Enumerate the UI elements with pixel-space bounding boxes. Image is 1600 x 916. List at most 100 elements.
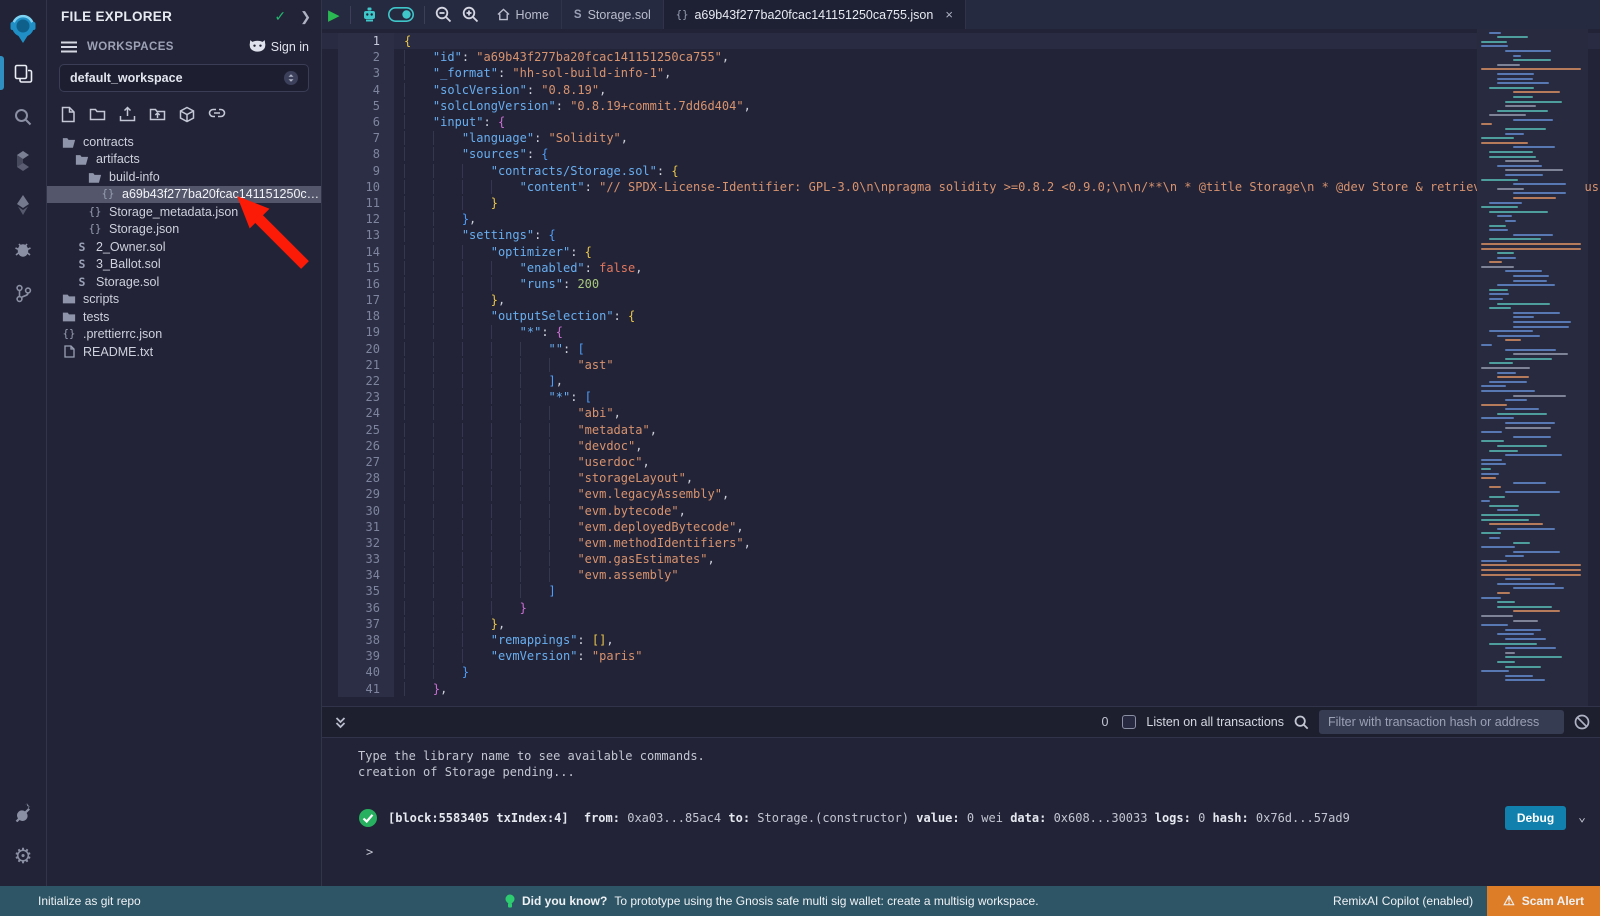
tree-item-storage-json[interactable]: {}Storage.json <box>47 221 321 239</box>
code-editor[interactable]: 1{2 "id": "a69b43f277ba20fcac141151250ca… <box>322 29 1600 706</box>
copilot-status[interactable]: RemixAI Copilot (enabled) <box>1333 894 1473 908</box>
code-line-19[interactable]: 19 "*": { <box>322 324 1600 340</box>
tree-item-storage-sol[interactable]: SStorage.sol <box>47 273 321 291</box>
code-line-26[interactable]: 26 "devdoc", <box>322 438 1600 454</box>
terminal-prompt[interactable]: > <box>358 830 1600 860</box>
tab-home[interactable]: Home <box>485 0 562 29</box>
code-line-37[interactable]: 37 }, <box>322 616 1600 632</box>
code-line-17[interactable]: 17 }, <box>322 292 1600 308</box>
code-line-10[interactable]: 10 "content": "// SPDX-License-Identifie… <box>322 179 1600 195</box>
code-line-5[interactable]: 5 "solcLongVersion": "0.8.19+commit.7dd6… <box>322 98 1600 114</box>
code-line-25[interactable]: 25 "metadata", <box>322 422 1600 438</box>
git-init-button[interactable]: Initialize as git repo <box>38 894 141 908</box>
code-line-24[interactable]: 24 "abi", <box>322 405 1600 421</box>
hamburger-menu-icon[interactable] <box>61 41 77 53</box>
code-line-40[interactable]: 40 } <box>322 664 1600 680</box>
code-line-22[interactable]: 22 ], <box>322 373 1600 389</box>
code-line-13[interactable]: 13 "settings": { <box>322 227 1600 243</box>
collapse-terminal-icon[interactable] <box>334 716 347 729</box>
sign-in-button[interactable]: Sign in <box>249 39 309 54</box>
code-line-31[interactable]: 31 "evm.deployedBytecode", <box>322 519 1600 535</box>
tree-item-storage-metadata-json[interactable]: {}Storage_metadata.json <box>47 203 321 221</box>
tree-item-tests[interactable]: tests <box>47 308 321 326</box>
tab-a69b43f277ba20fcac141151250ca755-json[interactable]: {}a69b43f277ba20fcac141151250ca755.json× <box>664 0 966 29</box>
tree-item-2-owner-sol[interactable]: S2_Owner.sol <box>47 238 321 256</box>
debug-button[interactable]: Debug <box>1505 806 1566 830</box>
deploy-run-icon[interactable] <box>0 183 47 227</box>
code-line-7[interactable]: 7 "language": "Solidity", <box>322 130 1600 146</box>
upload-folder-icon[interactable] <box>149 106 166 121</box>
expand-transaction-icon[interactable]: ⌄ <box>1578 810 1586 826</box>
new-folder-icon[interactable] <box>89 106 106 121</box>
code-line-34[interactable]: 34 "evm.assembly" <box>322 567 1600 583</box>
transaction-filter-input[interactable] <box>1319 710 1564 734</box>
code-line-30[interactable]: 30 "evm.bytecode", <box>322 502 1600 518</box>
tree-item-contracts[interactable]: contracts <box>47 133 321 151</box>
code-line-38[interactable]: 38 "remappings": [], <box>322 632 1600 648</box>
code-line-21[interactable]: 21 "ast" <box>322 357 1600 373</box>
search-icon[interactable] <box>0 95 47 139</box>
line-number: 35 <box>338 583 394 599</box>
code-line-14[interactable]: 14 "optimizer": { <box>322 243 1600 259</box>
copilot-toggle-icon[interactable] <box>388 7 414 22</box>
code-line-2[interactable]: 2 "id": "a69b43f277ba20fcac141151250ca75… <box>322 49 1600 65</box>
code-line-39[interactable]: 39 "evmVersion": "paris" <box>322 648 1600 664</box>
run-script-button[interactable]: ▶ <box>328 6 340 24</box>
plugin-manager-icon[interactable] <box>0 790 47 834</box>
remix-logo[interactable] <box>0 7 47 51</box>
code-line-20[interactable]: 20 "": [ <box>322 341 1600 357</box>
code-line-12[interactable]: 12 }, <box>322 211 1600 227</box>
code-line-3[interactable]: 3 "_format": "hh-sol-build-info-1", <box>322 65 1600 81</box>
scam-alert-button[interactable]: ⚠ Scam Alert <box>1487 886 1600 916</box>
tree-item--prettierrc-json[interactable]: {}.prettierrc.json <box>47 326 321 344</box>
code-line-35[interactable]: 35 ] <box>322 583 1600 599</box>
code-line-36[interactable]: 36 } <box>322 600 1600 616</box>
tree-item-artifacts[interactable]: artifacts <box>47 151 321 169</box>
solidity-compiler-icon[interactable] <box>0 139 47 183</box>
code-line-27[interactable]: 27 "userdoc", <box>322 454 1600 470</box>
new-file-icon[interactable] <box>61 106 76 123</box>
zoom-out-icon[interactable] <box>435 6 452 23</box>
terminal-output[interactable]: Type the library name to see available c… <box>322 738 1600 886</box>
code-line-32[interactable]: 32 "evm.methodIdentifiers", <box>322 535 1600 551</box>
transaction-log-row[interactable]: [block:5583405 txIndex:4] from: 0xa03...… <box>358 806 1600 830</box>
tree-item-scripts[interactable]: scripts <box>47 291 321 309</box>
tree-item-3-ballot-sol[interactable]: S3_Ballot.sol <box>47 256 321 274</box>
zoom-in-icon[interactable] <box>462 6 479 23</box>
code-line-4[interactable]: 4 "solcVersion": "0.8.19", <box>322 82 1600 98</box>
settings-icon[interactable]: ⚙ <box>0 834 47 878</box>
tree-item-build-info[interactable]: build-info <box>47 168 321 186</box>
code-line-15[interactable]: 15 "enabled": false, <box>322 260 1600 276</box>
minimap[interactable] <box>1477 29 1588 706</box>
code-line-33[interactable]: 33 "evm.gasEstimates", <box>322 551 1600 567</box>
upload-file-icon[interactable] <box>119 106 136 122</box>
file-explorer-icon[interactable] <box>0 51 47 95</box>
code-line-29[interactable]: 29 "evm.legacyAssembly", <box>322 486 1600 502</box>
ai-copilot-robot-icon[interactable] <box>361 6 378 23</box>
link-icon[interactable] <box>208 106 226 120</box>
code-line-23[interactable]: 23 "*": [ <box>322 389 1600 405</box>
workspace-select[interactable]: default_workspace <box>59 64 309 92</box>
debugger-icon[interactable] <box>0 227 47 271</box>
code-line-28[interactable]: 28 "storageLayout", <box>322 470 1600 486</box>
code-line-18[interactable]: 18 "outputSelection": { <box>322 308 1600 324</box>
code-line-9[interactable]: 9 "contracts/Storage.sol": { <box>322 163 1600 179</box>
code-line-41[interactable]: 41 }, <box>322 681 1600 697</box>
code-line-8[interactable]: 8 "sources": { <box>322 146 1600 162</box>
code-line-6[interactable]: 6 "input": { <box>322 114 1600 130</box>
code-line-16[interactable]: 16 "runs": 200 <box>322 276 1600 292</box>
code-line-11[interactable]: 11 } <box>322 195 1600 211</box>
chevron-right-icon[interactable]: ❯ <box>300 9 311 25</box>
tab-storage-sol[interactable]: SStorage.sol <box>562 0 664 29</box>
line-number: 8 <box>338 146 394 162</box>
json-icon: {} <box>100 188 116 200</box>
tree-item-readme-txt[interactable]: README.txt <box>47 343 321 361</box>
listen-all-checkbox[interactable] <box>1122 715 1136 729</box>
cube-icon[interactable] <box>179 106 195 123</box>
tree-item-a69b43f277ba20fcac141151250ca7-[interactable]: {}a69b43f277ba20fcac141151250ca7... <box>47 186 321 204</box>
folder-open-icon <box>87 171 103 183</box>
close-tab-icon[interactable]: × <box>945 7 953 22</box>
git-icon[interactable] <box>0 271 47 315</box>
clear-console-icon[interactable] <box>1574 714 1590 730</box>
code-line-1[interactable]: 1{ <box>322 33 1600 49</box>
